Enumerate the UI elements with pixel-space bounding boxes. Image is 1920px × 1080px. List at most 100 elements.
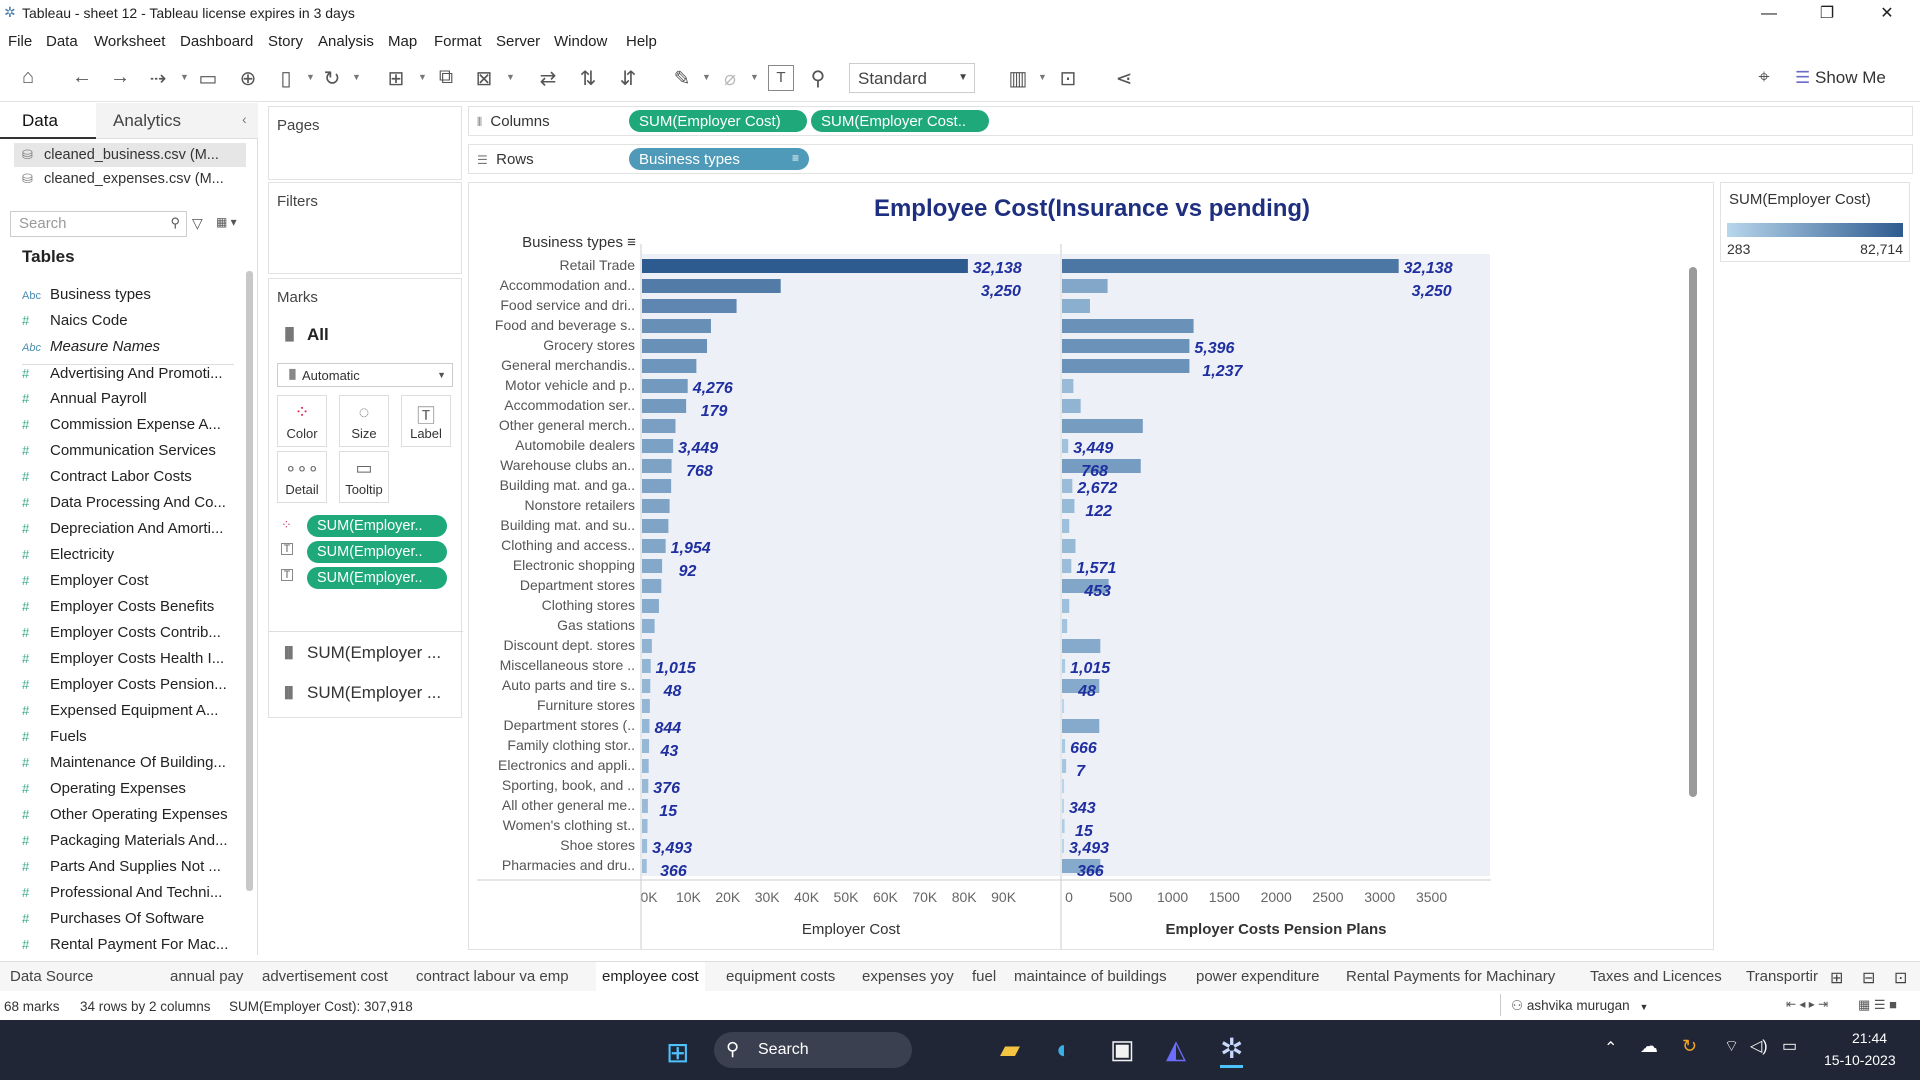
columns-shelf[interactable]: ⫴ Columns SUM(Employer Cost) SUM(Employe… <box>468 106 1913 136</box>
sheet-tab[interactable]: power expenditure <box>1196 968 1319 985</box>
measure-card-2[interactable]: SUM(Employer ... <box>307 683 441 703</box>
file-explorer-icon[interactable]: ▰ <box>1000 1034 1020 1065</box>
minimize-button[interactable]: — <box>1746 2 1792 26</box>
field-item[interactable]: Abc Business types <box>22 286 234 310</box>
datasource-business[interactable]: ⛁ cleaned_business.csv (M... <box>14 143 246 167</box>
menu-map[interactable]: Map <box>388 33 417 50</box>
sort-descending-icon[interactable]: ⇵ <box>616 66 640 91</box>
sheet-tab[interactable]: employee cost <box>596 962 705 992</box>
user-menu[interactable]: ⚇ ashvika murugan ▼ <box>1500 994 1650 1016</box>
pause-updates-icon[interactable]: ▯ <box>274 66 298 91</box>
replay-icon[interactable]: ⇢ <box>146 66 170 91</box>
field-item[interactable]: # Employer Cost <box>22 572 234 596</box>
menu-help[interactable]: Help <box>626 33 657 50</box>
sheet-tab[interactable]: fuel <box>972 968 996 985</box>
new-dashboard-icon[interactable]: ⊟ <box>1862 968 1875 988</box>
tab-data[interactable]: Data <box>0 103 96 139</box>
tab-navigation-icon[interactable]: ⇤ ◂ ▸ ⇥ <box>1786 997 1828 1011</box>
pages-card[interactable]: Pages <box>268 106 462 180</box>
field-item[interactable]: # Professional And Techni... <box>22 884 234 908</box>
mark-pill-label-2[interactable]: SUM(Employer.. <box>307 567 447 589</box>
field-item[interactable]: # Purchases Of Software <box>22 910 234 934</box>
volume-icon[interactable]: ◁) <box>1750 1036 1768 1056</box>
columns-pill-2[interactable]: SUM(Employer Cost.. <box>811 110 989 132</box>
menu-story[interactable]: Story <box>268 33 303 50</box>
view-options-icon[interactable]: ▦ ▾ <box>216 215 237 229</box>
rows-shelf[interactable]: ☰ Rows Business types ≡ <box>468 144 1913 174</box>
field-item[interactable]: # Operating Expenses <box>22 780 234 804</box>
save-icon[interactable]: ▭ <box>196 66 220 91</box>
show-me-button[interactable]: ☰ Show Me <box>1795 68 1886 88</box>
field-item[interactable]: # Fuels <box>22 728 234 752</box>
wifi-icon[interactable]: ⌔ <box>1724 1036 1739 1056</box>
search-input[interactable]: Search ⚲ <box>10 211 187 237</box>
datasource-expenses[interactable]: ⛁ cleaned_expenses.csv (M... <box>14 167 246 191</box>
field-item[interactable]: # Expensed Equipment A... <box>22 702 234 726</box>
sheet-tab[interactable]: Rental Payments for Machinary <box>1346 968 1555 985</box>
paint-icon[interactable]: ⌖ <box>1752 66 1776 89</box>
color-button[interactable]: ⁘ Color <box>277 395 327 447</box>
clock-time[interactable]: 21:44 <box>1852 1030 1887 1046</box>
tab-analytics[interactable]: Analytics ‹ <box>96 103 258 139</box>
home-icon[interactable]: ⌂ <box>16 66 40 89</box>
undo-icon[interactable]: ← <box>70 66 94 89</box>
rows-pill-business-types[interactable]: Business types ≡ <box>629 148 809 170</box>
clock-date[interactable]: 15-10-2023 <box>1824 1052 1896 1068</box>
collapse-icon[interactable]: ‹ <box>242 111 247 127</box>
new-worksheet-icon[interactable]: ⊞ <box>384 66 408 91</box>
data-pane-scrollbar[interactable] <box>246 271 253 891</box>
sort-ascending-icon[interactable]: ⇅ <box>576 66 600 91</box>
field-item[interactable]: # Annual Payroll <box>22 390 234 414</box>
sheet-tab[interactable]: maintaince of buildings <box>1014 968 1167 985</box>
store-icon[interactable]: ▣ <box>1110 1034 1135 1065</box>
sheet-tab[interactable]: Transportir <box>1746 968 1818 985</box>
windows-start-icon[interactable]: ⊞ <box>666 1036 689 1069</box>
show-labels-icon[interactable]: T <box>768 65 794 91</box>
columns-pill-1[interactable]: SUM(Employer Cost) <box>629 110 807 132</box>
field-item[interactable]: # Communication Services <box>22 442 234 466</box>
duplicate-icon[interactable]: ⧉ <box>434 66 458 89</box>
fit-select[interactable]: Standard ▼ <box>849 63 975 93</box>
field-item[interactable]: # Data Processing And Co... <box>22 494 234 518</box>
field-item[interactable]: # Employer Costs Contrib... <box>22 624 234 648</box>
new-sheet-icon[interactable]: ⊞ <box>1830 968 1843 988</box>
edge-icon[interactable]: ◐ <box>1056 1034 1072 1065</box>
menu-format[interactable]: Format <box>434 33 482 50</box>
new-story-icon[interactable]: ⊡ <box>1894 968 1907 988</box>
field-item[interactable]: # Contract Labor Costs <box>22 468 234 492</box>
view-mode-icon[interactable]: ▦ ☰ ■ <box>1858 997 1897 1013</box>
battery-icon[interactable]: ▭ <box>1782 1036 1797 1056</box>
sheet-tab[interactable]: contract labour va emp <box>416 968 569 985</box>
sheet-tab[interactable]: annual pay <box>170 968 243 985</box>
field-item[interactable]: # Maintenance Of Building... <box>22 754 234 778</box>
field-item[interactable]: Abc Measure Names <box>22 338 234 362</box>
refresh-icon[interactable]: ↻ <box>320 66 344 91</box>
field-item[interactable]: # Packaging Materials And... <box>22 832 234 856</box>
sheet-tab[interactable]: advertisement cost <box>262 968 388 985</box>
field-item[interactable]: # Depreciation And Amorti... <box>22 520 234 544</box>
field-item[interactable]: # Electricity <box>22 546 234 570</box>
mark-pill-label-1[interactable]: SUM(Employer.. <box>307 541 447 563</box>
field-item[interactable]: # Employer Costs Health I... <box>22 650 234 674</box>
menu-worksheet[interactable]: Worksheet <box>94 33 165 50</box>
size-button[interactable]: ◌ Size <box>339 395 389 447</box>
cloud-icon[interactable]: ☁ <box>1640 1036 1658 1057</box>
close-button[interactable]: ✕ <box>1864 2 1910 26</box>
redo-icon[interactable]: → <box>108 66 132 89</box>
menu-server[interactable]: Server <box>496 33 540 50</box>
field-item[interactable]: # Advertising And Promoti... <box>22 364 234 388</box>
restore-button[interactable]: ❐ <box>1804 2 1850 26</box>
highlight-icon[interactable]: ✎ <box>670 66 694 91</box>
tab-data-source[interactable]: Data Source <box>10 968 93 985</box>
menu-data[interactable]: Data <box>46 33 78 50</box>
pin-icon[interactable]: ⚲ <box>806 66 830 91</box>
menu-window[interactable]: Window <box>554 33 607 50</box>
menu-file[interactable]: File <box>8 33 32 50</box>
app-icon[interactable]: ◭ <box>1166 1034 1186 1065</box>
field-item[interactable]: # Employer Costs Pension... <box>22 676 234 700</box>
detail-button[interactable]: ∘∘∘ Detail <box>277 451 327 503</box>
chevron-up-icon[interactable]: ⌃ <box>1604 1038 1617 1058</box>
menu-dashboard[interactable]: Dashboard <box>180 33 253 50</box>
new-datasource-icon[interactable]: ⊕ <box>236 66 260 91</box>
filter-icon[interactable]: ▽ <box>192 215 203 232</box>
